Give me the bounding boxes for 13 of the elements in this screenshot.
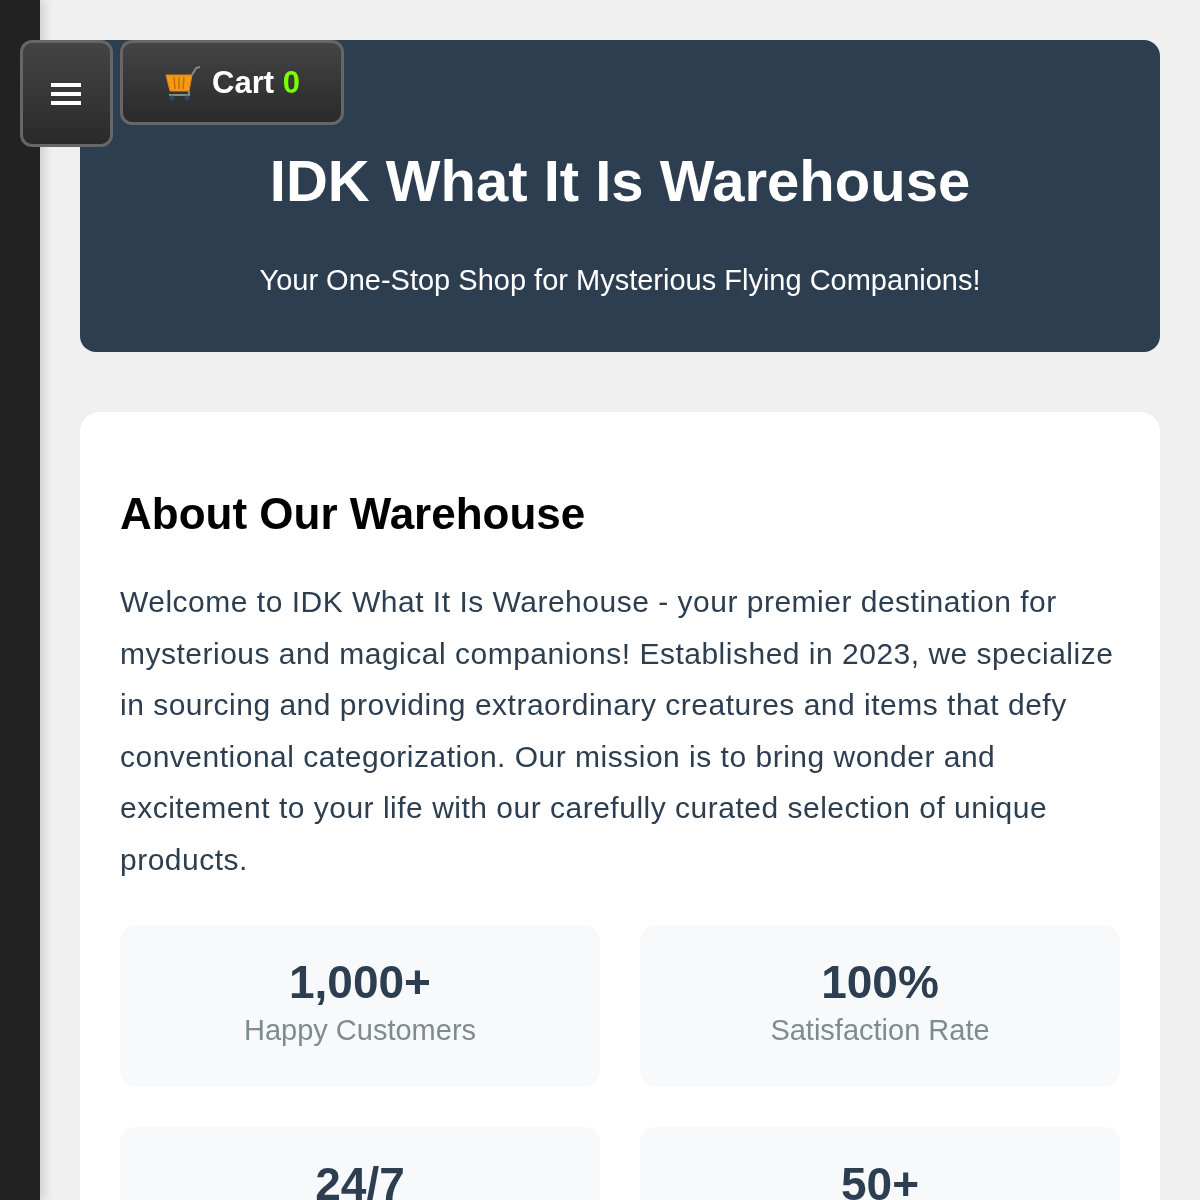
stat-label: Satisfaction Rate: [769, 1014, 991, 1048]
menu-button[interactable]: [20, 40, 113, 147]
stat-value: 100%: [820, 955, 940, 1010]
cart-button[interactable]: Cart 0: [120, 40, 344, 125]
stat-value: 1,000+: [288, 955, 432, 1010]
site-title: IDK What It Is Warehouse: [268, 152, 972, 210]
stat-value: 50+: [840, 1157, 920, 1200]
shopping-cart-icon: [164, 64, 203, 101]
section-heading: About Our Warehouse: [120, 492, 587, 536]
site-subtitle: Your One-Stop Shop for Mysterious Flying Companions!: [258, 264, 982, 297]
menu-icon: [50, 81, 83, 106]
about-paragraph: Welcome to IDK What It Is Warehouse - your premier destination for mysterious and magical companions! Established in 2023, we specialize in sourcing and providing extraordinary creatures and items that defy conventional categorization. Our mission is to bring wonder and excitement to your life with our carefully curated selection of unique products.: [120, 584, 1115, 878]
stat-label: Happy Customers: [242, 1014, 478, 1048]
